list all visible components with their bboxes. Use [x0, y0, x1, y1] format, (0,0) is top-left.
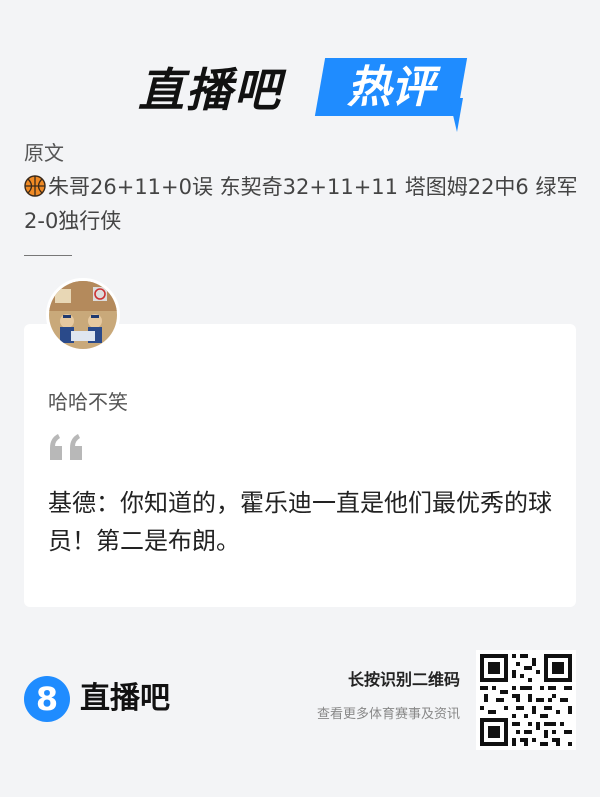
original-body-text: 朱哥26+11+0误 东契奇32+11+11 塔图姆22中6 绿军2-0独行侠 [24, 175, 578, 233]
original-body: 朱哥26+11+0误 东契奇32+11+11 塔图姆22中6 绿军2-0独行侠 [24, 170, 580, 238]
logo-left-text: 直播吧 [138, 63, 282, 117]
original-label: 原文 [24, 141, 64, 165]
quote-icon [48, 432, 88, 462]
basketball-icon [24, 173, 46, 197]
section-divider [24, 255, 72, 256]
qr-code[interactable] [476, 650, 576, 750]
original-section: 原文 朱哥26+11+0误 东契奇32+11+11 塔图姆22中6 绿军2-0独… [24, 138, 580, 238]
comment-card [24, 324, 576, 607]
footer-hint: 长按识别二维码 查看更多体育赛事及资讯 [317, 668, 460, 726]
comment-text: 基德：你知道的，霍乐迪一直是他们最优秀的球员！第二是布朗。 [48, 489, 552, 555]
logo-right-text: 热评 [347, 62, 435, 113]
qr-hint-subtitle: 查看更多体育赛事及资讯 [316, 707, 460, 722]
footer-logo-text: 直播吧 [80, 681, 170, 716]
comment-username[interactable]: 哈哈不笑 [48, 386, 128, 415]
avatar[interactable] [46, 278, 120, 352]
qr-hint-title: 长按识别二维码 [347, 670, 460, 689]
footer-logo-icon: 8 [24, 676, 70, 722]
header-logo: 直播吧 热评 [0, 52, 600, 132]
